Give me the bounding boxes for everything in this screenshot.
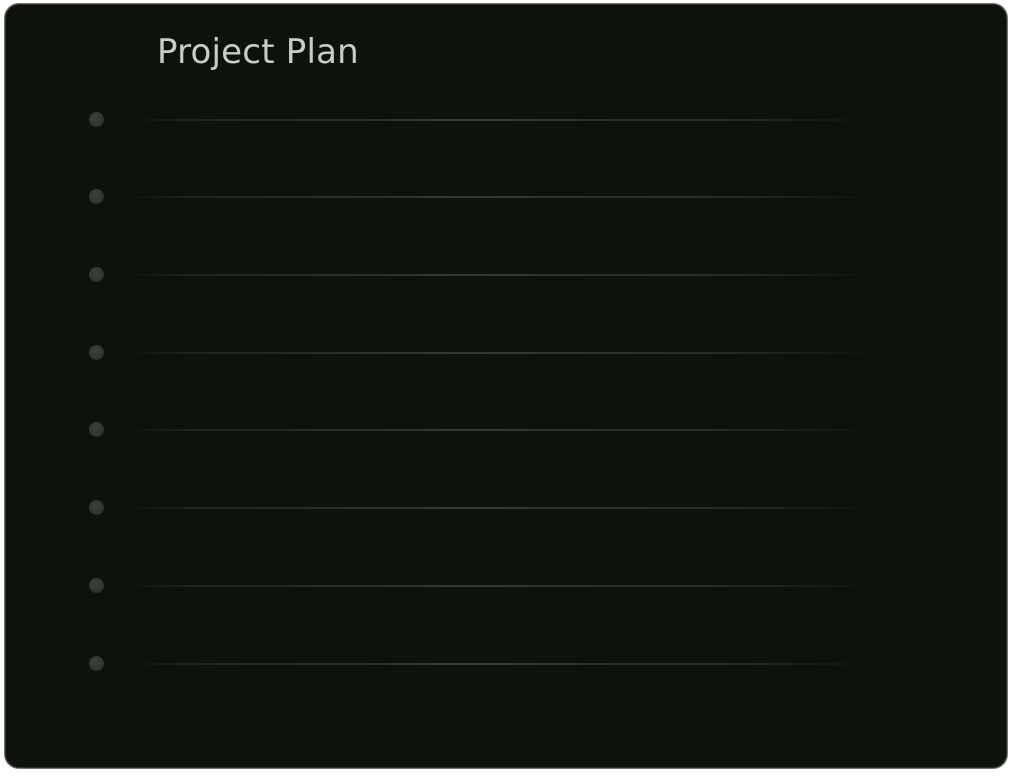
list-item[interactable] xyxy=(6,420,1006,440)
bullet-dot-icon xyxy=(89,656,104,671)
plan-item-list xyxy=(6,5,1006,767)
placeholder-line xyxy=(126,196,876,198)
placeholder-line xyxy=(126,663,876,665)
project-plan-card: Project Plan xyxy=(5,4,1007,768)
bullet-dot-icon xyxy=(89,112,104,127)
bullet-dot-icon xyxy=(89,578,104,593)
bullet-dot-icon xyxy=(89,345,104,360)
bullet-dot-icon xyxy=(89,189,104,204)
list-item[interactable] xyxy=(6,654,1006,674)
bullet-dot-icon xyxy=(89,500,104,515)
bullet-dot-icon xyxy=(89,422,104,437)
placeholder-line xyxy=(126,429,876,431)
placeholder-line xyxy=(126,507,876,509)
placeholder-line xyxy=(126,274,876,276)
list-item[interactable] xyxy=(6,498,1006,518)
list-item[interactable] xyxy=(6,187,1006,207)
list-item[interactable] xyxy=(6,576,1006,596)
bullet-dot-icon xyxy=(89,267,104,282)
list-item[interactable] xyxy=(6,265,1006,285)
placeholder-line xyxy=(126,352,876,354)
placeholder-line xyxy=(126,119,876,121)
list-item[interactable] xyxy=(6,110,1006,130)
list-item[interactable] xyxy=(6,343,1006,363)
placeholder-line xyxy=(126,585,876,587)
